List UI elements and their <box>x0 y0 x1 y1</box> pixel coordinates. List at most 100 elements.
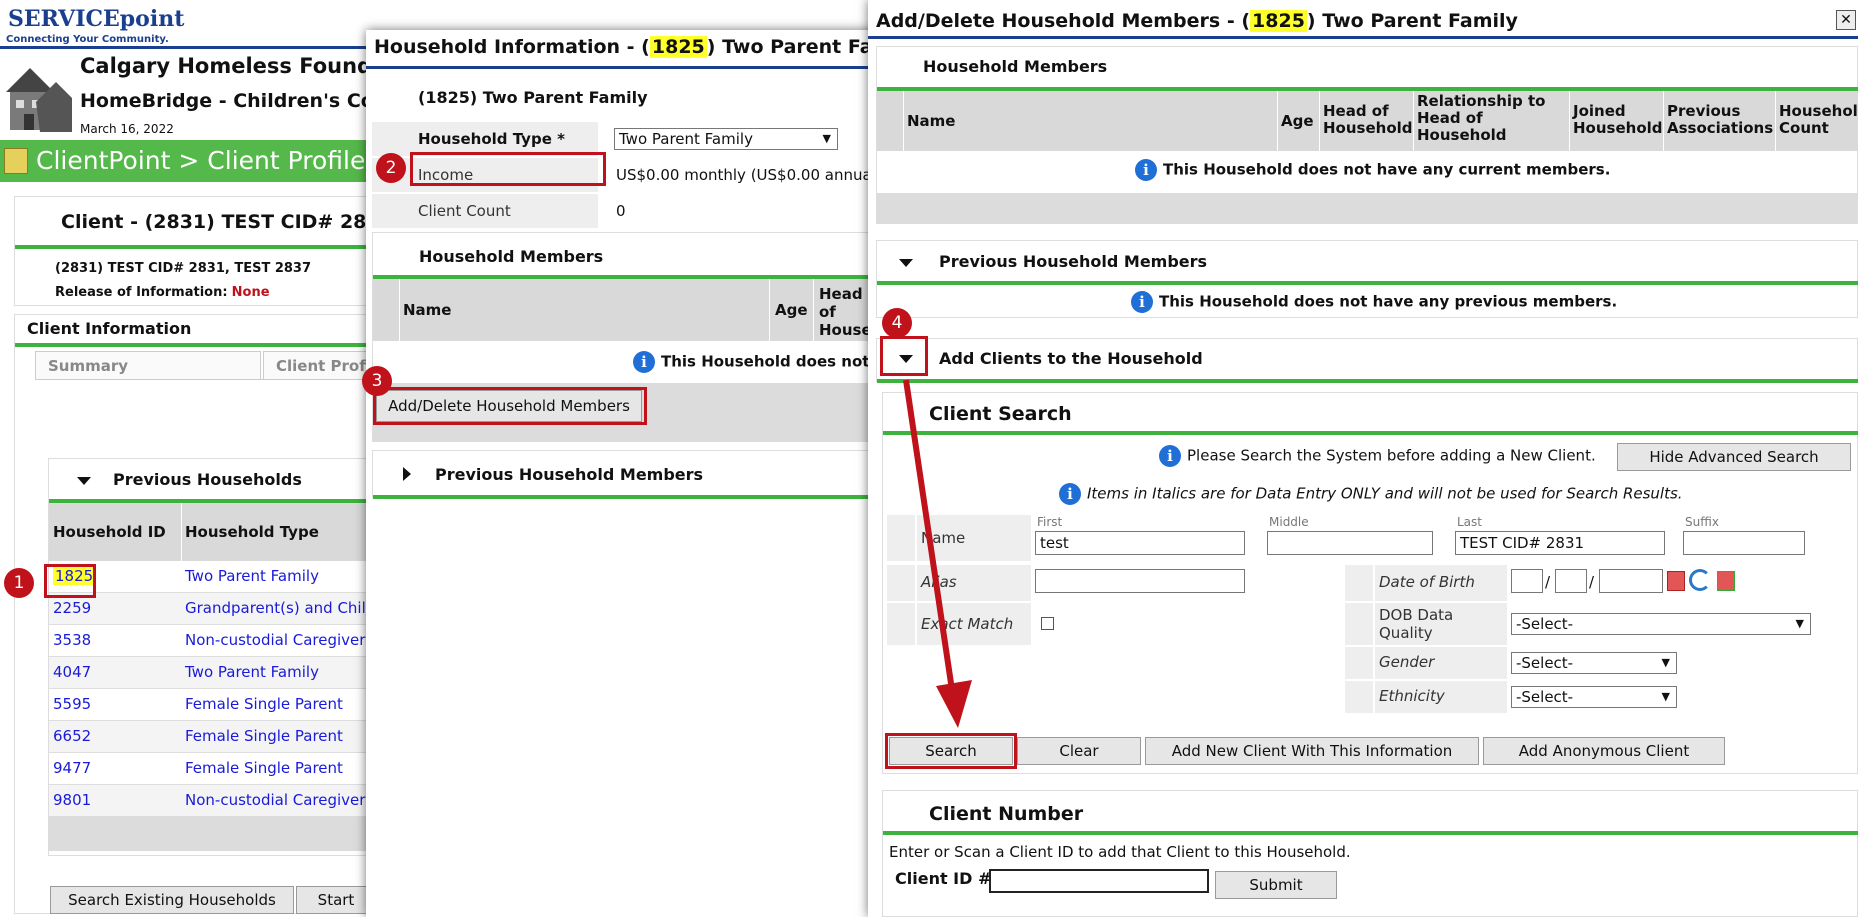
dob-label: Date of Birth <box>1379 573 1475 591</box>
start-button[interactable]: Start <box>296 886 376 914</box>
refresh-icon[interactable] <box>1689 569 1711 591</box>
suffix-input[interactable] <box>1683 531 1805 555</box>
client-number-section: Client Number Enter or Scan a Client ID … <box>882 790 1858 917</box>
first-name-input[interactable]: test <box>1035 531 1245 555</box>
client-id-label: Client ID # <box>895 869 992 888</box>
breadcrumb[interactable]: ClientPoint > Client Profile <box>36 146 365 175</box>
info-icon: i <box>1131 291 1153 313</box>
submit-button[interactable]: Submit <box>1215 871 1337 899</box>
org-name: Calgary Homeless Foundat <box>80 54 397 78</box>
add-anonymous-client-button[interactable]: Add Anonymous Client <box>1483 737 1725 765</box>
dob-label-cell: Date of Birth <box>1375 565 1507 601</box>
chevron-down-icon: ▼ <box>1795 617 1804 630</box>
highlight-box-household-type <box>410 152 606 186</box>
collapse-triangle-icon[interactable] <box>77 477 91 485</box>
table-row[interactable]: 9477 Female Single Parent <box>49 753 375 785</box>
search-existing-households-button[interactable]: Search Existing Households <box>50 886 294 914</box>
gender-select[interactable]: -Select- ▼ <box>1511 652 1677 674</box>
client-number-hint: Enter or Scan a Client ID to add that Cl… <box>889 843 1351 861</box>
info-icon: i <box>1059 483 1081 505</box>
table-row[interactable]: 3538 Non-custodial Caregiver( <box>49 625 375 657</box>
alias-input[interactable] <box>1035 569 1245 593</box>
no-members-message: i This Household does not <box>633 351 869 373</box>
household-members-title: Household Members <box>419 247 604 266</box>
last-name-input[interactable]: TEST CID# 2831 <box>1455 531 1665 555</box>
tab-summary[interactable]: Summary <box>35 351 261 379</box>
household-subtitle: (1825) Two Parent Family <box>418 88 648 107</box>
dob-quality-select[interactable]: -Select- ▼ <box>1511 613 1811 635</box>
dob-year-input[interactable] <box>1599 569 1663 593</box>
household-type-link[interactable]: Non-custodial Caregiver( <box>185 631 371 649</box>
households-table-body: 1825 Two Parent Family 2259 Grandparent(… <box>49 561 375 851</box>
gender-label: Gender <box>1379 653 1435 671</box>
client-id-input[interactable] <box>989 869 1209 893</box>
client-panel: Client - (2831) TEST CID# 283 (2831) TES… <box>14 196 380 306</box>
table-row[interactable]: 2259 Grandparent(s) and Chil <box>49 593 375 625</box>
household-id-link[interactable]: 6652 <box>53 727 91 745</box>
add-new-client-button[interactable]: Add New Client With This Information <box>1145 737 1479 765</box>
highlight-box-household-id <box>44 564 96 598</box>
table-row[interactable]: 6652 Female Single Parent <box>49 721 375 753</box>
household-id-link[interactable]: 2259 <box>53 599 91 617</box>
col-household-id: Household ID <box>53 523 166 541</box>
household-type-link[interactable]: Two Parent Family <box>185 567 319 585</box>
middle-name-input[interactable] <box>1267 531 1433 555</box>
expand-triangle-icon[interactable] <box>403 467 411 481</box>
breadcrumb-bar: ClientPoint > Client Profile <box>0 140 370 182</box>
clear-button[interactable]: Clear <box>1017 737 1141 765</box>
col-age: Age <box>775 301 808 319</box>
household-id-link[interactable]: 9477 <box>53 759 91 777</box>
ethnicity-label: Ethnicity <box>1379 687 1445 705</box>
table-row[interactable]: 9801 Non-custodial Caregiver( <box>49 785 375 817</box>
logo-tagline: Connecting Your Community. <box>6 34 169 45</box>
close-icon[interactable]: ✕ <box>1836 10 1856 30</box>
household-type-select[interactable]: Two Parent Family ▼ <box>614 128 838 150</box>
col-household-type: Household Type <box>185 523 319 541</box>
table-row[interactable]: 5595 Female Single Parent <box>49 689 375 721</box>
household-id-link[interactable]: 3538 <box>53 631 91 649</box>
household-type-label: Household Type * <box>418 130 565 148</box>
household-information-dialog: Household Information - (1825) Two Paren… <box>362 30 905 917</box>
household-id-link[interactable]: 5595 <box>53 695 91 713</box>
household-type-label-cell: Household Type * <box>372 122 598 156</box>
house-image <box>0 52 72 138</box>
household-type-link[interactable]: Grandparent(s) and Chil <box>185 599 366 617</box>
households-table-header: Household ID Household Type <box>49 503 375 561</box>
dob-separator: / <box>1545 573 1551 591</box>
table-row[interactable]: 4047 Two Parent Family <box>49 657 375 689</box>
members-table-header: Name Age Head of Househo <box>373 279 893 341</box>
clientpoint-icon <box>4 148 28 174</box>
col-age: Age <box>1281 112 1314 130</box>
client-count-label: Client Count <box>418 202 511 220</box>
household-id-link[interactable]: 4047 <box>53 663 91 681</box>
dob-day-input[interactable] <box>1555 569 1587 593</box>
exact-match-checkbox[interactable] <box>1041 617 1054 630</box>
chevron-down-icon: ▼ <box>1661 690 1670 703</box>
table-row[interactable]: 1825 Two Parent Family <box>49 561 375 593</box>
tab-client-profile[interactable]: Client Profi <box>263 351 375 379</box>
household-type-link[interactable]: Female Single Parent <box>185 759 343 777</box>
middle-label: Middle <box>1269 515 1309 529</box>
client-count-value: 0 <box>616 202 626 220</box>
household-type-link[interactable]: Non-custodial Caregiver( <box>185 791 371 809</box>
ethnicity-label-cell: Ethnicity <box>1375 681 1507 713</box>
hide-advanced-search-button[interactable]: Hide Advanced Search <box>1617 443 1851 471</box>
dob-quality-label-cell: DOB Data Quality <box>1375 603 1507 645</box>
dob-month-input[interactable] <box>1511 569 1543 593</box>
previous-households-panel: Previous Households Household ID Househo… <box>48 458 375 856</box>
suffix-label: Suffix <box>1685 515 1719 529</box>
col-name: Name <box>403 301 452 319</box>
step-marker-1: 1 <box>4 568 34 598</box>
household-type-link[interactable]: Two Parent Family <box>185 663 319 681</box>
servicepoint-logo[interactable]: SERVICEpoint Connecting Your Community. <box>0 2 200 46</box>
household-id-link[interactable]: 9801 <box>53 791 91 809</box>
household-type-link[interactable]: Female Single Parent <box>185 695 343 713</box>
dob-quality-label: DOB Data Quality <box>1379 606 1454 642</box>
household-type-link[interactable]: Female Single Parent <box>185 727 343 745</box>
calendar-icon[interactable] <box>1667 571 1685 591</box>
client-info-title: Client Information <box>27 319 192 338</box>
calendar-check-icon[interactable] <box>1717 571 1735 591</box>
chevron-down-icon: ▼ <box>822 132 831 145</box>
no-previous-members-message: i This Household does not have any previo… <box>1131 291 1617 313</box>
ethnicity-select[interactable]: -Select- ▼ <box>1511 686 1677 708</box>
